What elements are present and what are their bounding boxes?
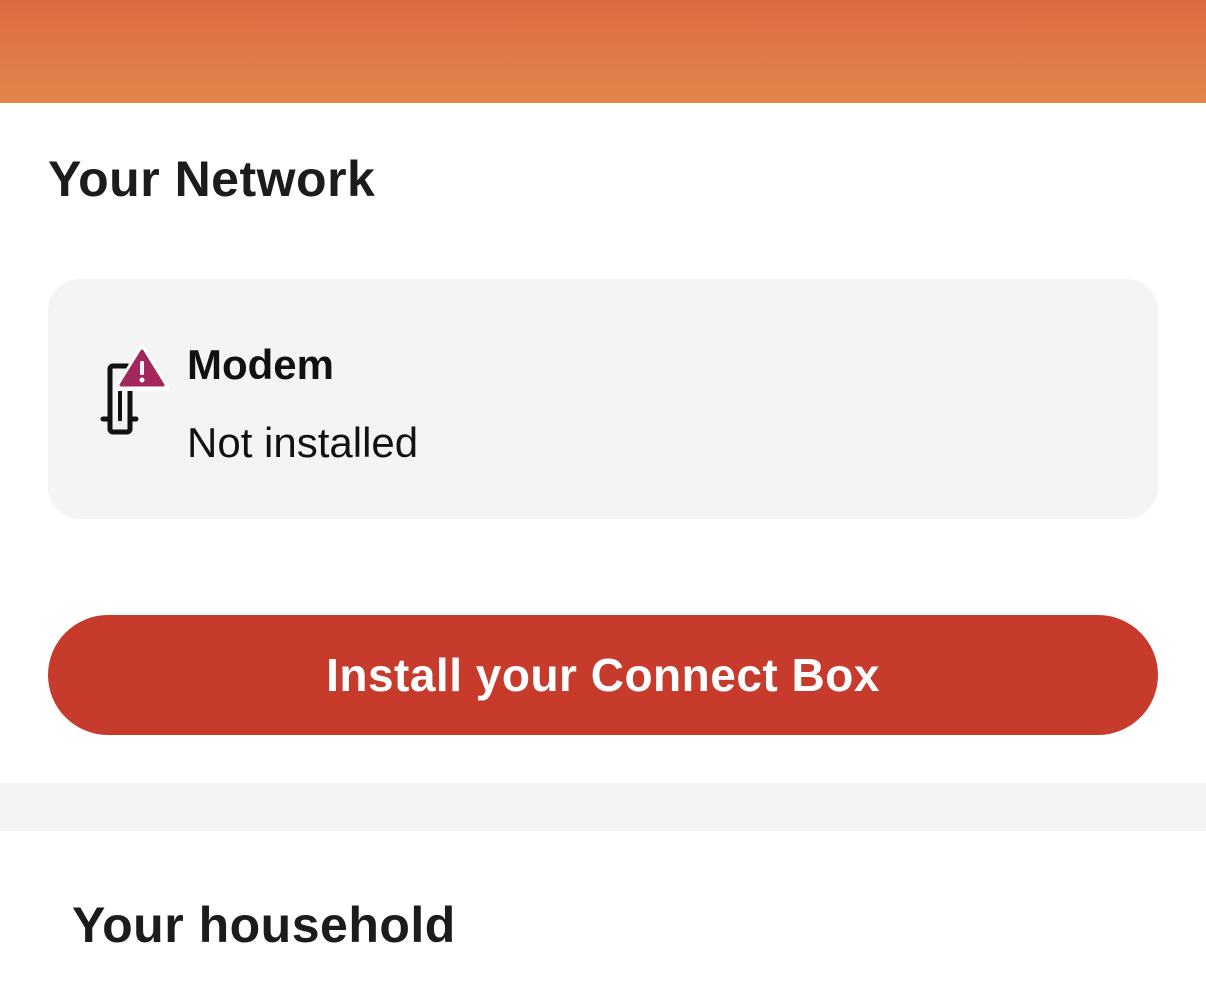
install-connect-box-button[interactable]: Install your Connect Box [48, 615, 1158, 735]
modem-name: Modem [187, 341, 334, 388]
modem-status: Not installed [187, 419, 419, 466]
section-divider [0, 783, 1206, 831]
top-banner [0, 0, 1206, 103]
modem-card[interactable]: Modem Not installed [48, 279, 1158, 519]
modem-icon [100, 345, 170, 435]
network-section-title: Your Network [48, 151, 376, 207]
household-section-title: Your household [72, 897, 456, 953]
